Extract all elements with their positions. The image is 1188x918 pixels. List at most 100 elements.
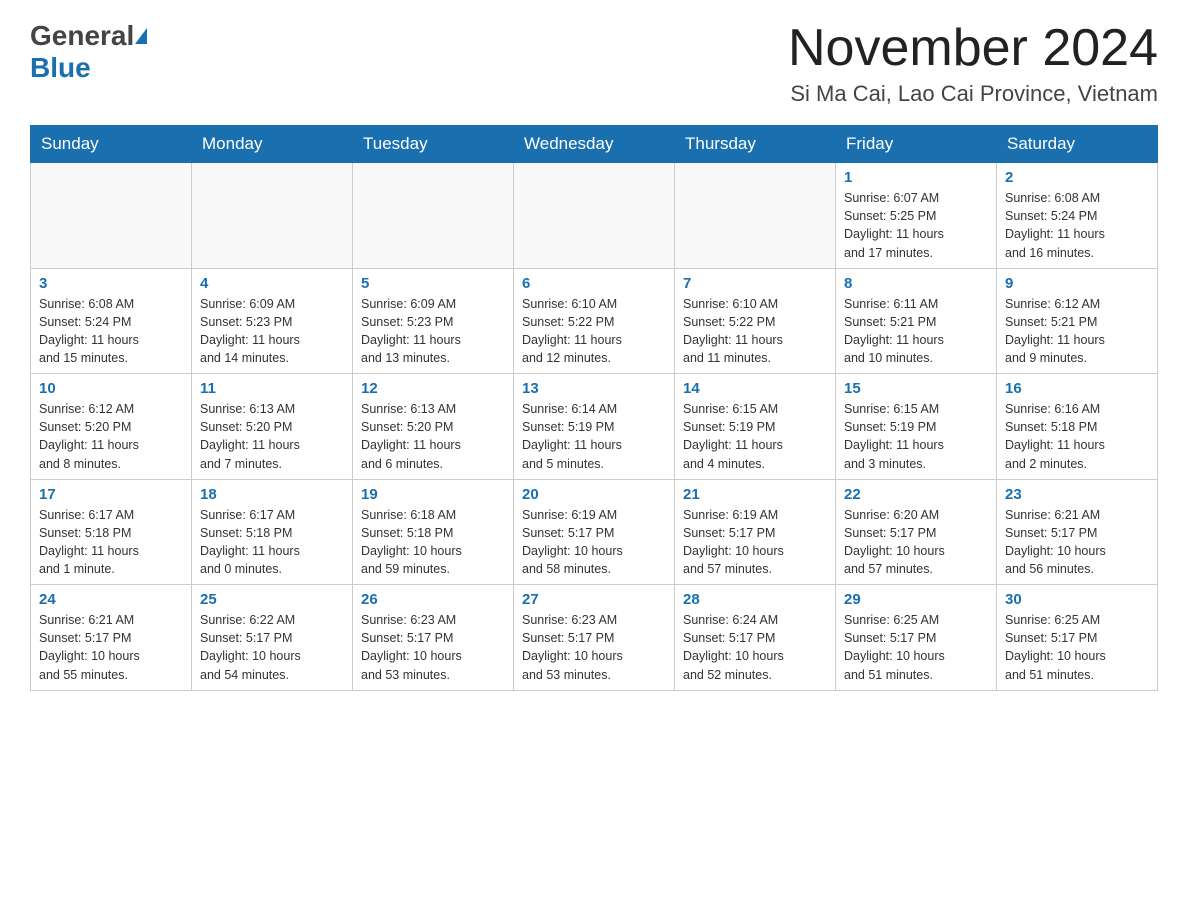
calendar-cell: 4 Sunrise: 6:09 AM Sunset: 5:23 PM Daylig… — [192, 268, 353, 374]
day-info: Sunrise: 6:23 AM Sunset: 5:17 PM Dayligh… — [361, 611, 505, 684]
calendar-cell — [31, 163, 192, 269]
calendar-cell: 16 Sunrise: 6:16 AM Sunset: 5:18 PM Dayli… — [997, 374, 1158, 480]
calendar-cell: 18 Sunrise: 6:17 AM Sunset: 5:18 PM Dayli… — [192, 479, 353, 585]
week-row-3: 10Sunrise: 6:12 AM Sunset: 5:20 PM Dayli… — [31, 374, 1158, 480]
day-info: Sunrise: 6:17 AM Sunset: 5:18 PM Dayligh… — [200, 506, 344, 579]
day-number: 13 — [522, 380, 666, 397]
day-number: 8 — [844, 275, 988, 292]
calendar-cell: 12 Sunrise: 6:13 AM Sunset: 5:20 PM Dayli… — [353, 374, 514, 480]
day-number: 30 — [1005, 591, 1149, 608]
day-info: Sunrise: 6:18 AM Sunset: 5:18 PM Dayligh… — [361, 506, 505, 579]
calendar-cell: 15Sunrise: 6:15 AM Sunset: 5:19 PM Dayli… — [836, 374, 997, 480]
day-info: Sunrise: 6:23 AM Sunset: 5:17 PM Dayligh… — [522, 611, 666, 684]
day-info: Sunrise: 6:19 AM Sunset: 5:17 PM Dayligh… — [522, 506, 666, 579]
day-info: Sunrise: 6:09 AM Sunset: 5:23 PM Dayligh… — [200, 295, 344, 368]
calendar-cell: 29Sunrise: 6:25 AM Sunset: 5:17 PM Dayli… — [836, 585, 997, 691]
day-info: Sunrise: 6:15 AM Sunset: 5:19 PM Dayligh… — [683, 400, 827, 473]
weekday-header-wednesday: Wednesday — [514, 126, 675, 163]
day-number: 5 — [361, 275, 505, 292]
day-number: 21 — [683, 486, 827, 503]
day-number: 9 — [1005, 275, 1149, 292]
calendar-cell: 10Sunrise: 6:12 AM Sunset: 5:20 PM Dayli… — [31, 374, 192, 480]
weekday-header-monday: Monday — [192, 126, 353, 163]
calendar-cell: 9 Sunrise: 6:12 AM Sunset: 5:21 PM Daylig… — [997, 268, 1158, 374]
logo-arrow-icon — [135, 28, 147, 44]
calendar-cell: 26 Sunrise: 6:23 AM Sunset: 5:17 PM Dayli… — [353, 585, 514, 691]
calendar-table: SundayMondayTuesdayWednesdayThursdayFrid… — [30, 125, 1158, 691]
calendar-cell: 23Sunrise: 6:21 AM Sunset: 5:17 PM Dayli… — [997, 479, 1158, 585]
calendar-cell: 7 Sunrise: 6:10 AM Sunset: 5:22 PM Daylig… — [675, 268, 836, 374]
calendar-cell: 30 Sunrise: 6:25 AM Sunset: 5:17 PM Dayli… — [997, 585, 1158, 691]
day-info: Sunrise: 6:17 AM Sunset: 5:18 PM Dayligh… — [39, 506, 183, 579]
day-info: Sunrise: 6:21 AM Sunset: 5:17 PM Dayligh… — [1005, 506, 1149, 579]
location-subtitle: Si Ma Cai, Lao Cai Province, Vietnam — [788, 81, 1158, 107]
calendar-cell: 21 Sunrise: 6:19 AM Sunset: 5:17 PM Dayli… — [675, 479, 836, 585]
day-number: 29 — [844, 591, 988, 608]
day-info: Sunrise: 6:13 AM Sunset: 5:20 PM Dayligh… — [361, 400, 505, 473]
weekday-header-thursday: Thursday — [675, 126, 836, 163]
day-number: 4 — [200, 275, 344, 292]
day-info: Sunrise: 6:07 AM Sunset: 5:25 PM Dayligh… — [844, 189, 988, 262]
day-number: 24 — [39, 591, 183, 608]
day-info: Sunrise: 6:11 AM Sunset: 5:21 PM Dayligh… — [844, 295, 988, 368]
title-section: November 2024 Si Ma Cai, Lao Cai Provinc… — [788, 20, 1158, 107]
day-info: Sunrise: 6:22 AM Sunset: 5:17 PM Dayligh… — [200, 611, 344, 684]
calendar-cell: 14Sunrise: 6:15 AM Sunset: 5:19 PM Dayli… — [675, 374, 836, 480]
calendar-cell: 2 Sunrise: 6:08 AM Sunset: 5:24 PM Daylig… — [997, 163, 1158, 269]
page-header: General Blue November 2024 Si Ma Cai, La… — [30, 20, 1158, 107]
calendar-cell — [514, 163, 675, 269]
day-number: 17 — [39, 486, 183, 503]
day-number: 28 — [683, 591, 827, 608]
weekday-header-tuesday: Tuesday — [353, 126, 514, 163]
day-number: 16 — [1005, 380, 1149, 397]
day-info: Sunrise: 6:14 AM Sunset: 5:19 PM Dayligh… — [522, 400, 666, 473]
month-title: November 2024 — [788, 20, 1158, 77]
day-info: Sunrise: 6:08 AM Sunset: 5:24 PM Dayligh… — [1005, 189, 1149, 262]
day-info: Sunrise: 6:25 AM Sunset: 5:17 PM Dayligh… — [1005, 611, 1149, 684]
logo-general: General — [30, 20, 134, 52]
day-number: 26 — [361, 591, 505, 608]
calendar-header-row: SundayMondayTuesdayWednesdayThursdayFrid… — [31, 126, 1158, 163]
day-info: Sunrise: 6:09 AM Sunset: 5:23 PM Dayligh… — [361, 295, 505, 368]
day-info: Sunrise: 6:12 AM Sunset: 5:21 PM Dayligh… — [1005, 295, 1149, 368]
calendar-cell — [353, 163, 514, 269]
calendar-cell: 13 Sunrise: 6:14 AM Sunset: 5:19 PM Dayli… — [514, 374, 675, 480]
day-info: Sunrise: 6:10 AM Sunset: 5:22 PM Dayligh… — [683, 295, 827, 368]
day-number: 27 — [522, 591, 666, 608]
day-number: 7 — [683, 275, 827, 292]
calendar-cell: 20 Sunrise: 6:19 AM Sunset: 5:17 PM Dayli… — [514, 479, 675, 585]
calendar-cell: 28 Sunrise: 6:24 AM Sunset: 5:17 PM Dayli… — [675, 585, 836, 691]
day-number: 1 — [844, 169, 988, 186]
logo: General Blue — [30, 20, 147, 84]
week-row-2: 3 Sunrise: 6:08 AM Sunset: 5:24 PM Daylig… — [31, 268, 1158, 374]
weekday-header-friday: Friday — [836, 126, 997, 163]
calendar-cell: 8 Sunrise: 6:11 AM Sunset: 5:21 PM Daylig… — [836, 268, 997, 374]
day-info: Sunrise: 6:24 AM Sunset: 5:17 PM Dayligh… — [683, 611, 827, 684]
calendar-cell: 3 Sunrise: 6:08 AM Sunset: 5:24 PM Daylig… — [31, 268, 192, 374]
calendar-cell — [192, 163, 353, 269]
calendar-cell: 5 Sunrise: 6:09 AM Sunset: 5:23 PM Daylig… — [353, 268, 514, 374]
day-info: Sunrise: 6:08 AM Sunset: 5:24 PM Dayligh… — [39, 295, 183, 368]
week-row-4: 17 Sunrise: 6:17 AM Sunset: 5:18 PM Dayli… — [31, 479, 1158, 585]
day-info: Sunrise: 6:16 AM Sunset: 5:18 PM Dayligh… — [1005, 400, 1149, 473]
calendar-cell — [675, 163, 836, 269]
day-info: Sunrise: 6:19 AM Sunset: 5:17 PM Dayligh… — [683, 506, 827, 579]
day-number: 20 — [522, 486, 666, 503]
logo-blue: Blue — [30, 52, 91, 83]
calendar-cell: 19 Sunrise: 6:18 AM Sunset: 5:18 PM Dayli… — [353, 479, 514, 585]
week-row-1: 1 Sunrise: 6:07 AM Sunset: 5:25 PM Daylig… — [31, 163, 1158, 269]
weekday-header-sunday: Sunday — [31, 126, 192, 163]
calendar-cell: 1 Sunrise: 6:07 AM Sunset: 5:25 PM Daylig… — [836, 163, 997, 269]
day-number: 3 — [39, 275, 183, 292]
day-number: 22 — [844, 486, 988, 503]
day-info: Sunrise: 6:20 AM Sunset: 5:17 PM Dayligh… — [844, 506, 988, 579]
day-number: 25 — [200, 591, 344, 608]
day-number: 2 — [1005, 169, 1149, 186]
day-number: 18 — [200, 486, 344, 503]
day-number: 12 — [361, 380, 505, 397]
day-number: 6 — [522, 275, 666, 292]
calendar-cell: 24 Sunrise: 6:21 AM Sunset: 5:17 PM Dayli… — [31, 585, 192, 691]
day-number: 19 — [361, 486, 505, 503]
day-info: Sunrise: 6:21 AM Sunset: 5:17 PM Dayligh… — [39, 611, 183, 684]
calendar-cell: 25 Sunrise: 6:22 AM Sunset: 5:17 PM Dayli… — [192, 585, 353, 691]
